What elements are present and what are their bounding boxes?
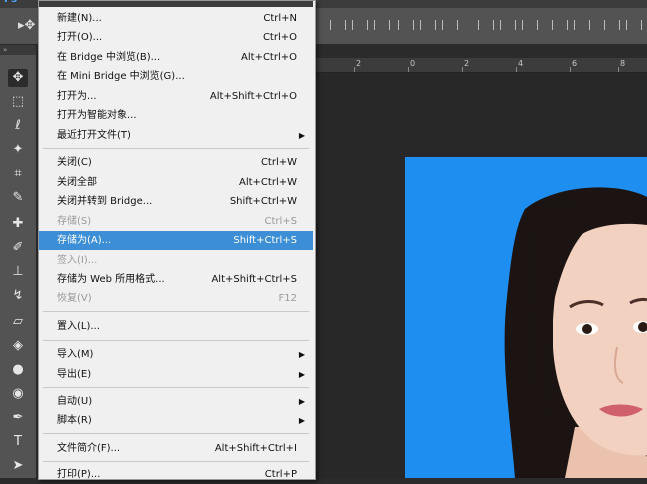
magic-wand-tool-icon[interactable]: ✦ — [8, 141, 28, 159]
submenu-arrow-icon: ▶ — [298, 350, 305, 359]
history-brush-tool-icon[interactable]: ↯ — [8, 287, 28, 305]
align-icon[interactable] — [374, 20, 390, 30]
menu-item-new[interactable]: 新建(N)... Ctrl+N — [39, 9, 313, 28]
align-icon[interactable] — [330, 20, 346, 30]
menu-item-save[interactable]: 存储(S) Ctrl+S — [39, 212, 313, 231]
distribute-icon[interactable] — [574, 20, 590, 30]
marquee-tool-icon[interactable]: ⬚ — [8, 93, 28, 111]
crop-tool-icon[interactable]: ⌗ — [8, 165, 28, 183]
lasso-tool-icon[interactable]: ℓ — [8, 117, 28, 135]
menu-item-export[interactable]: 导出(E) ▶ — [39, 365, 313, 384]
menu-separator — [43, 311, 309, 312]
menu-item-save-for-web[interactable]: 存储为 Web 所用格式... Alt+Shift+Ctrl+S — [39, 270, 313, 289]
menu-item-file-info[interactable]: 文件简介(F)... Alt+Shift+Ctrl+I — [39, 439, 313, 458]
move-tool-icon[interactable]: ✥ — [8, 69, 28, 87]
distribute-icon[interactable] — [522, 20, 538, 30]
eyedropper-tool-icon[interactable]: ✎ — [8, 189, 28, 207]
align-icon[interactable] — [398, 20, 414, 30]
menu-separator — [43, 461, 309, 462]
eraser-tool-icon[interactable]: ▱ — [8, 313, 28, 331]
menu-item-open[interactable]: 打开(O)... Ctrl+O — [39, 28, 313, 47]
move-tool-icon[interactable]: ▸✥ — [18, 18, 35, 33]
ruler-label: 8 — [620, 59, 626, 68]
ruler-label: 0 — [410, 59, 416, 68]
menu-item-browse-in-bridge[interactable]: 在 Bridge 中浏览(B)... Alt+Ctrl+O — [39, 48, 313, 67]
path-selection-tool-icon[interactable]: ➤ — [8, 457, 28, 475]
photoshop-logo: Ps — [4, 0, 17, 5]
blur-tool-icon[interactable]: ● — [8, 361, 28, 379]
healing-tool-icon[interactable]: ✚ — [8, 215, 28, 233]
menu-item-revert[interactable]: 恢复(V) F12 — [39, 289, 313, 308]
menu-item-automate[interactable]: 自动(U) ▶ — [39, 392, 313, 411]
portrait-photo — [405, 157, 647, 478]
portrait-image — [504, 187, 647, 478]
menu-item-print[interactable]: 打印(P)... Ctrl+P — [39, 465, 313, 484]
distribute-icon[interactable] — [500, 20, 516, 30]
menu-item-browse-in-mini-bridge[interactable]: 在 Mini Bridge 中浏览(G)... — [39, 67, 313, 86]
menu-item-check-in[interactable]: 签入(I)... — [39, 251, 313, 270]
tools-panel: » ✥ ⬚ ℓ ✦ ⌗ ✎ ✚ ✐ ⊥ ↯ ▱ ◈ ● ◉ ✒ T ➤ — [0, 45, 37, 478]
menu-item-close[interactable]: 关闭(C) Ctrl+W — [39, 153, 313, 172]
menu-item-scripts[interactable]: 脚本(R) ▶ — [39, 411, 313, 430]
align-icon[interactable] — [352, 20, 368, 30]
menu-item-import[interactable]: 导入(M) ▶ — [39, 345, 313, 364]
align-icon[interactable] — [420, 20, 436, 30]
ruler-label: 2 — [464, 59, 470, 68]
ruler-label: 2 — [356, 59, 362, 68]
tools-panel-header[interactable]: » — [0, 45, 36, 55]
submenu-arrow-icon: ▶ — [298, 416, 305, 425]
file-menu-dropdown: 新建(N)... Ctrl+N 打开(O)... Ctrl+O 在 Bridge 中… — [38, 0, 316, 480]
ruler-label: 6 — [572, 59, 578, 68]
dodge-tool-icon[interactable]: ◉ — [8, 385, 28, 403]
submenu-arrow-icon: ▶ — [298, 370, 305, 379]
ruler-label: 4 — [518, 59, 524, 68]
menu-separator — [43, 340, 309, 341]
distribute-icon[interactable] — [604, 20, 620, 30]
menu-item-close-all[interactable]: 关闭全部 Alt+Ctrl+W — [39, 173, 313, 192]
menu-item-place[interactable]: 置入(L)... — [39, 317, 313, 336]
menu-item-open-as-smart-object[interactable]: 打开为智能对象... — [39, 106, 313, 125]
distribute-icon[interactable] — [552, 20, 568, 30]
distribute-icon[interactable] — [626, 20, 642, 30]
brush-tool-icon[interactable]: ✐ — [8, 239, 28, 257]
menu-item-open-recent[interactable]: 最近打开文件(T) ▶ — [39, 126, 313, 145]
menu-separator — [43, 387, 309, 388]
type-tool-icon[interactable]: T — [8, 433, 28, 451]
menu-item-open-as[interactable]: 打开为... Alt+Shift+Ctrl+O — [39, 87, 313, 106]
align-icon[interactable] — [442, 20, 458, 30]
menu-separator — [43, 433, 309, 434]
submenu-arrow-icon: ▶ — [298, 397, 305, 406]
menu-item-close-and-go-to-bridge[interactable]: 关闭并转到 Bridge... Shift+Ctrl+W — [39, 192, 313, 211]
pen-tool-icon[interactable]: ✒ — [8, 409, 28, 427]
submenu-arrow-icon: ▶ — [298, 131, 305, 140]
distribute-icon[interactable] — [478, 20, 494, 30]
stamp-tool-icon[interactable]: ⊥ — [8, 263, 28, 281]
menu-separator — [43, 148, 309, 149]
menu-item-save-as[interactable]: 存储为(A)... Shift+Ctrl+S — [39, 231, 313, 250]
horizontal-ruler: 2 0 2 4 6 8 — [316, 58, 647, 73]
paint-bucket-tool-icon[interactable]: ◈ — [8, 337, 28, 355]
